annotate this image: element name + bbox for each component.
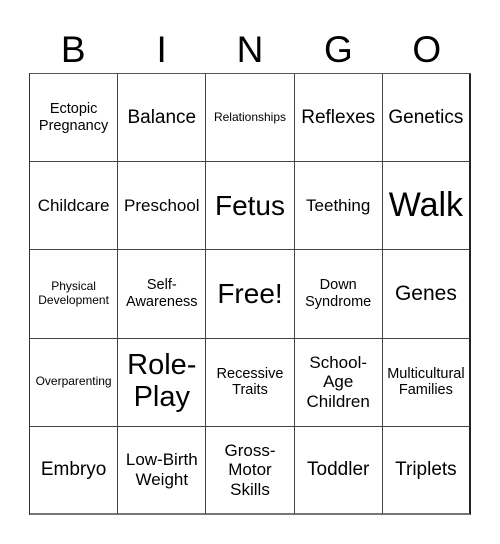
bingo-cell[interactable]: Triplets [382,426,471,515]
bingo-cell[interactable]: School-Age Children [294,338,383,427]
bingo-cell[interactable]: Embryo [30,426,119,515]
bingo-cell[interactable]: Genetics [382,74,471,163]
header-letter-n: N [236,28,264,70]
bingo-cell[interactable]: Physical Development [30,250,119,339]
bingo-cell[interactable]: Low-Birth Weight [118,426,207,515]
bingo-cell[interactable]: Teething [294,162,383,251]
header-letter-o: O [412,28,442,70]
bingo-cell[interactable]: Role-Play [118,338,207,427]
bingo-cell[interactable]: Down Syndrome [294,250,383,339]
header-letter-b: B [60,28,86,70]
bingo-cell[interactable]: Fetus [206,162,295,251]
bingo-cell[interactable]: Walk [382,162,471,251]
header-letter-g: G [324,28,353,70]
bingo-cell[interactable]: Multicultural Families [382,338,471,427]
bingo-board: Ectopic Pregnancy Balance Relationships … [29,73,471,515]
bingo-cell[interactable]: Genes [382,250,471,339]
bingo-cell[interactable]: Childcare [30,162,119,251]
bingo-cell[interactable]: Preschool [118,162,207,251]
bingo-cell[interactable]: Reflexes [294,74,383,163]
bingo-cell[interactable]: Ectopic Pregnancy [30,74,119,163]
header-letter-i: I [156,28,167,70]
bingo-cell[interactable]: Balance [118,74,207,163]
bingo-cell[interactable]: Self-Awareness [118,250,207,339]
free-space-cell[interactable]: Free! [206,250,295,339]
bingo-cell[interactable]: Overparenting [30,338,119,427]
bingo-cell[interactable]: Relationships [206,74,295,163]
bingo-cell[interactable]: Recessive Traits [206,338,295,427]
bingo-cell[interactable]: Toddler [294,426,383,515]
bingo-cell[interactable]: Gross-Motor Skills [206,426,295,515]
bingo-header: B I N G O [29,26,471,72]
